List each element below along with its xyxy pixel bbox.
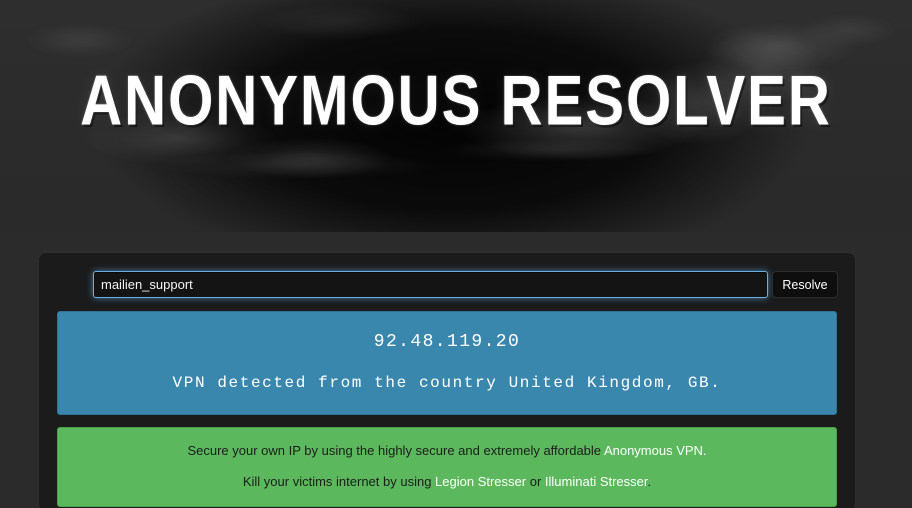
promo-panel: Secure your own IP by using the highly s…: [57, 427, 837, 507]
promo-line-2-conjunction: or: [526, 474, 545, 489]
promo-line-1: Secure your own IP by using the highly s…: [68, 443, 826, 458]
page-root: ANONYMOUS RESOLVER Resolve 92.48.119.20 …: [0, 0, 912, 508]
promo-line-2-period: .: [647, 474, 652, 489]
anonymous-vpn-link[interactable]: Anonymous VPN.: [604, 443, 707, 458]
resolve-form: Resolve: [57, 271, 838, 299]
illuminati-stresser-link[interactable]: Illuminati Stresser: [545, 474, 648, 489]
promo-line-2: Kill your victims internet by using Legi…: [68, 474, 826, 489]
resolve-message: VPN detected from the country United Kin…: [172, 374, 722, 392]
resolved-ip: 92.48.119.20: [373, 332, 521, 352]
resolve-result-panel: 92.48.119.20 VPN detected from the count…: [57, 311, 837, 415]
resolver-panel: Resolve 92.48.119.20 VPN detected from t…: [38, 252, 856, 508]
username-input[interactable]: [93, 271, 768, 298]
site-banner: ANONYMOUS RESOLVER: [0, 0, 912, 232]
promo-line-1-text: Secure your own IP by using the highly s…: [187, 443, 604, 458]
legion-stresser-link[interactable]: Legion Stresser: [435, 474, 526, 489]
site-title: ANONYMOUS RESOLVER: [80, 60, 832, 141]
resolve-button[interactable]: Resolve: [772, 271, 838, 298]
promo-line-2-text: Kill your victims internet by using: [242, 474, 436, 489]
